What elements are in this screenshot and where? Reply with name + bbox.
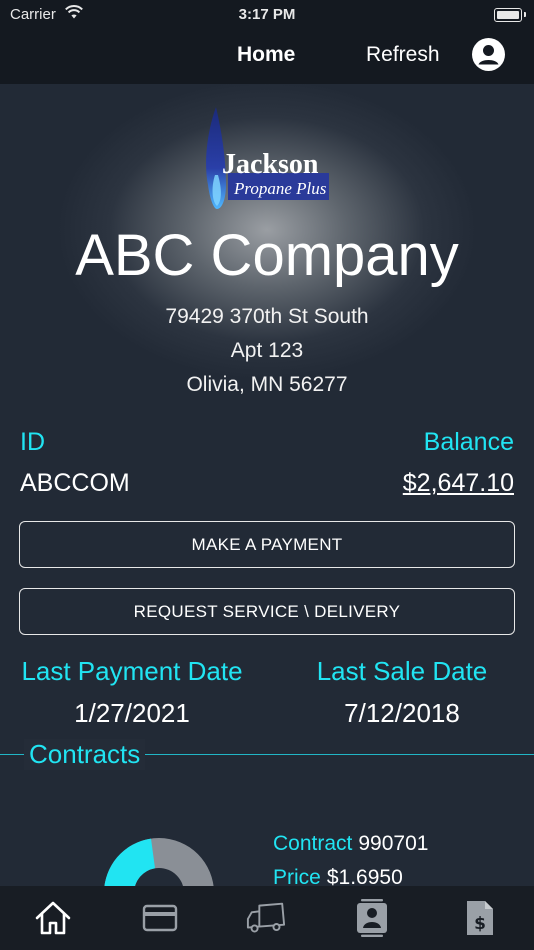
account-id: ABCCOM xyxy=(20,469,130,497)
gauge-fill xyxy=(104,838,155,893)
jackson-propane-logo: Jackson Propane Plus xyxy=(206,107,329,209)
tab-invoices[interactable]: $ xyxy=(460,898,500,938)
svg-text:$: $ xyxy=(474,914,486,934)
address-line-3: Olivia, MN 56277 xyxy=(186,373,348,396)
address-line-2: Apt 123 xyxy=(230,339,304,362)
status-bar: Carrier 3:17 PM xyxy=(0,0,534,30)
person-circle-icon[interactable] xyxy=(472,38,505,71)
id-label: ID xyxy=(20,428,45,456)
contracts-title: Contracts xyxy=(24,739,146,770)
address-line-1: 79429 370th St South xyxy=(165,305,369,328)
clock: 3:17 PM xyxy=(238,6,296,23)
nav-home-link[interactable]: Home xyxy=(237,43,295,67)
balance-link[interactable]: $2,647.10 xyxy=(403,469,514,498)
home-icon xyxy=(35,901,71,935)
nav-bar: Home Refresh xyxy=(0,30,534,84)
credit-card-icon xyxy=(142,904,178,932)
contact-card-icon xyxy=(357,899,387,937)
app-screen: Carrier 3:17 PM Home Refresh Jackson Pro… xyxy=(0,0,534,950)
tab-bar: $ xyxy=(0,886,534,950)
nav-refresh-button[interactable]: Refresh xyxy=(366,43,440,67)
request-service-button[interactable]: REQUEST SERVICE \ DELIVERY xyxy=(19,588,515,635)
last-sale-date: 7/12/2018 xyxy=(344,698,460,728)
logo-name: Jackson xyxy=(222,149,319,180)
tab-contacts[interactable] xyxy=(352,898,392,938)
contract-number-row: Contract 990701 xyxy=(273,832,428,856)
tab-deliveries[interactable] xyxy=(246,898,286,938)
make-payment-button[interactable]: MAKE A PAYMENT xyxy=(19,521,515,568)
last-sale-date-label: Last Sale Date xyxy=(316,656,488,686)
delivery-truck-icon xyxy=(246,902,286,933)
battery-icon xyxy=(494,8,526,22)
contract-number: 990701 xyxy=(358,832,429,855)
contract-usage-gauge xyxy=(104,838,214,893)
balance-label: Balance xyxy=(423,428,514,456)
tab-home[interactable] xyxy=(33,898,73,938)
invoice-dollar-icon: $ xyxy=(467,901,493,935)
tab-payments[interactable] xyxy=(140,898,180,938)
company-name: ABC Company xyxy=(75,223,459,288)
last-payment-date-label: Last Payment Date xyxy=(21,656,243,686)
last-payment-date: 1/27/2021 xyxy=(74,698,190,728)
contract-label: Contract xyxy=(273,832,353,855)
logo-tagline: Propane Plus xyxy=(233,179,327,198)
